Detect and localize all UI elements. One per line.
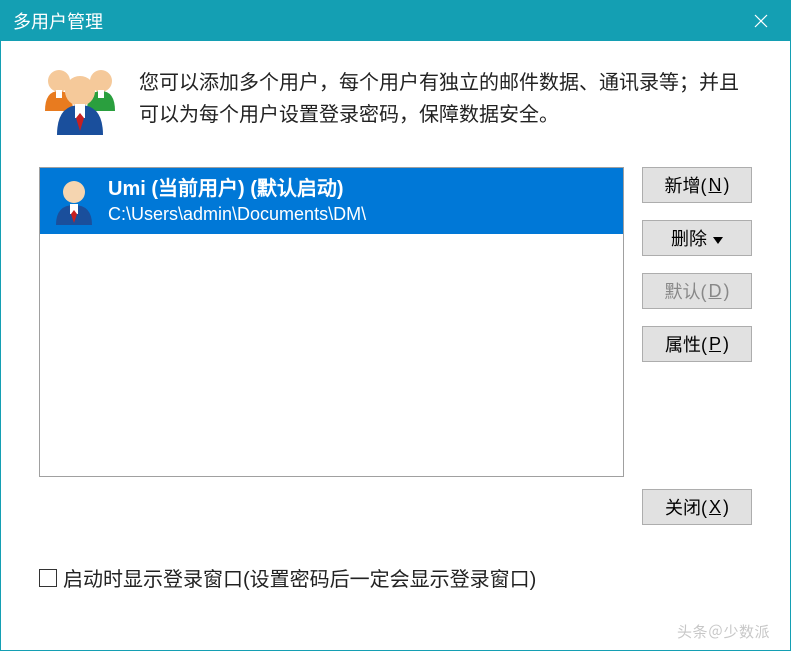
show-login-checkbox[interactable] xyxy=(39,569,57,587)
close-button[interactable]: 关闭(X) xyxy=(642,489,752,525)
titlebar: 多用户管理 xyxy=(1,1,790,41)
header-row: 您可以添加多个用户，每个用户有独立的邮件数据、通讯录等；并且可以为每个用户设置登… xyxy=(39,63,752,139)
user-display-name: Umi (当前用户) (默认启动) xyxy=(108,176,613,202)
checkbox-row[interactable]: 启动时显示登录窗口(设置密码后一定会显示登录窗口) xyxy=(39,563,752,592)
default-button: 默认(D) xyxy=(642,273,752,309)
add-button[interactable]: 新增(N) xyxy=(642,167,752,203)
user-info: Umi (当前用户) (默认启动) C:\Users\admin\Documen… xyxy=(108,176,613,226)
user-list-item[interactable]: Umi (当前用户) (默认启动) C:\Users\admin\Documen… xyxy=(40,168,623,234)
content-area: 您可以添加多个用户，每个用户有独立的邮件数据、通讯录等；并且可以为每个用户设置登… xyxy=(1,41,790,612)
watermark-text: 头条＠少数派 xyxy=(677,621,770,642)
window-close-button[interactable] xyxy=(732,1,790,41)
user-avatar-icon xyxy=(50,177,98,225)
window-title: 多用户管理 xyxy=(13,8,103,34)
users-group-icon xyxy=(39,63,121,139)
main-row: Umi (当前用户) (默认启动) C:\Users\admin\Documen… xyxy=(39,167,752,525)
description-text: 您可以添加多个用户，每个用户有独立的邮件数据、通讯录等；并且可以为每个用户设置登… xyxy=(139,63,752,131)
delete-button[interactable]: 删除 xyxy=(642,220,752,256)
checkbox-label: 启动时显示登录窗口(设置密码后一定会显示登录窗口) xyxy=(63,563,536,592)
user-path: C:\Users\admin\Documents\DM\ xyxy=(108,202,613,226)
close-icon xyxy=(754,14,768,28)
chevron-down-icon xyxy=(713,228,723,249)
dialog-window: 多用户管理 xyxy=(0,0,791,651)
user-list[interactable]: Umi (当前用户) (默认启动) C:\Users\admin\Documen… xyxy=(39,167,624,477)
button-column: 新增(N) 删除 默认(D) 属性(P) 关闭(X) xyxy=(642,167,752,525)
properties-button[interactable]: 属性(P) xyxy=(642,326,752,362)
